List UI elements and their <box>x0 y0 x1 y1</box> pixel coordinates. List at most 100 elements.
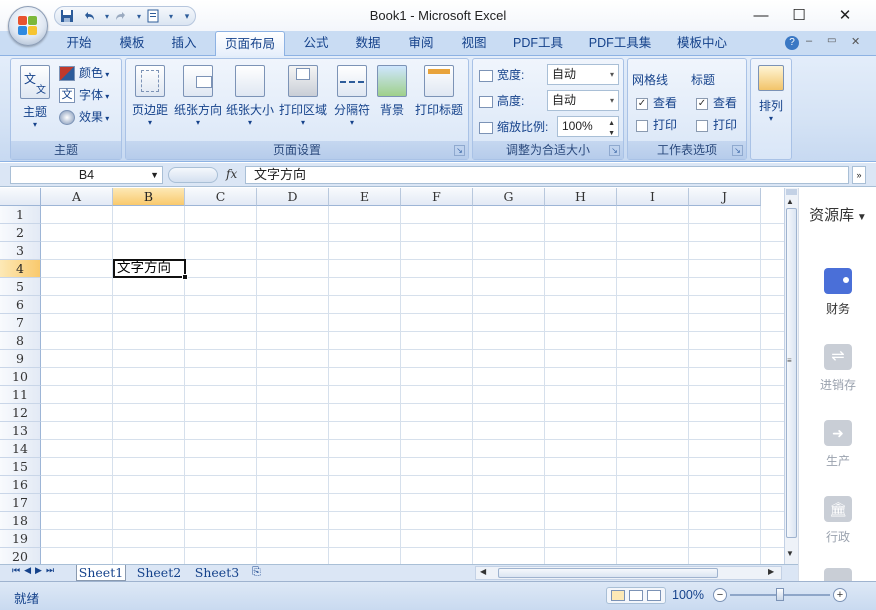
ribbon-restore-icon[interactable]: ▭ <box>827 35 836 46</box>
save-icon[interactable] <box>59 9 75 24</box>
colors-button[interactable]: 颜色 ▾ <box>59 63 121 83</box>
tab-templates[interactable]: 模板 <box>112 31 152 56</box>
column-header-j[interactable]: J <box>689 188 761 206</box>
column-header-b[interactable]: B <box>113 188 185 206</box>
insert-function-icon[interactable]: fx <box>226 167 237 181</box>
side-panel-title[interactable]: 资源库 ▼ <box>799 204 876 225</box>
column-header-c[interactable]: C <box>185 188 257 206</box>
side-item-production[interactable]: ➜ 生产 <box>799 420 876 469</box>
expand-formula-bar-icon[interactable]: » <box>852 166 866 184</box>
side-item-finance[interactable]: 财务 <box>799 268 876 317</box>
tab-formulas[interactable]: 公式 <box>296 31 336 56</box>
column-header-d[interactable]: D <box>257 188 329 206</box>
tab-data[interactable]: 数据 <box>348 31 388 56</box>
row-header-18[interactable]: 18 <box>0 512 41 530</box>
row-header-2[interactable]: 2 <box>0 224 41 242</box>
vscroll-split-handle[interactable] <box>786 189 797 195</box>
select-all-corner[interactable] <box>0 188 41 206</box>
fill-handle[interactable] <box>182 274 188 280</box>
headings-view-checkbox[interactable]: ✓ 查看 <box>696 93 748 113</box>
row-header-14[interactable]: 14 <box>0 440 41 458</box>
arrange-button[interactable]: 排列 ▾ <box>753 63 789 137</box>
maximize-button[interactable]: ☐ <box>776 0 822 31</box>
tab-page-layout[interactable]: 页面布局 <box>215 31 285 57</box>
background-button[interactable]: 背景 <box>374 63 410 137</box>
row-header-20[interactable]: 20 <box>0 548 41 564</box>
sheet-tab-3[interactable]: Sheet3 <box>190 565 244 581</box>
row-header-8[interactable]: 8 <box>0 332 41 350</box>
gridlines-view-checkbox[interactable]: ✓ 查看 <box>636 93 688 113</box>
zoom-level[interactable]: 100% <box>672 588 704 602</box>
print-titles-button[interactable]: 打印标题 <box>412 63 466 137</box>
tab-insert[interactable]: 插入 <box>164 31 204 56</box>
sheet-options-launcher-icon[interactable]: ↘ <box>732 145 743 156</box>
redo-icon[interactable] <box>113 9 129 24</box>
row-header-7[interactable]: 7 <box>0 314 41 332</box>
margins-button[interactable]: 页边距 ▾ <box>128 63 172 137</box>
horizontal-scroll-thumb[interactable] <box>498 568 718 578</box>
side-item-inventory[interactable]: ⇌ 进销存 <box>799 344 876 393</box>
print-preview-icon[interactable] <box>145 9 161 24</box>
horizontal-scrollbar[interactable]: ◀ ▶ <box>475 566 782 580</box>
size-button[interactable]: 纸张大小 ▾ <box>224 63 276 137</box>
normal-view-icon[interactable] <box>611 590 625 601</box>
scroll-up-icon[interactable]: ▲ <box>786 197 794 206</box>
office-button[interactable] <box>8 6 48 46</box>
page-setup-launcher-icon[interactable]: ↘ <box>454 145 465 156</box>
scroll-down-icon[interactable]: ▼ <box>786 549 794 558</box>
page-break-preview-icon[interactable] <box>647 590 661 601</box>
vertical-scroll-thumb[interactable] <box>786 208 797 538</box>
tab-pdf-tools[interactable]: PDF工具 <box>506 31 570 56</box>
name-box-dropdown-icon[interactable]: ▼ <box>150 167 159 183</box>
column-header-e[interactable]: E <box>329 188 401 206</box>
height-select[interactable]: 自动 ▾ <box>547 90 619 111</box>
orientation-button[interactable]: 纸张方向 ▾ <box>172 63 224 137</box>
close-button[interactable]: ✕ <box>822 0 868 31</box>
width-select[interactable]: 自动 ▾ <box>547 64 619 85</box>
row-header-12[interactable]: 12 <box>0 404 41 422</box>
tab-template-center[interactable]: 模板中心 <box>670 31 734 56</box>
column-header-i[interactable]: I <box>617 188 689 206</box>
row-header-1[interactable]: 1 <box>0 206 41 224</box>
insert-sheet-icon[interactable]: ⎘ <box>252 566 261 579</box>
scale-spinner[interactable]: 100% ▲ ▼ <box>557 116 619 137</box>
row-header-16[interactable]: 16 <box>0 476 41 494</box>
column-header-a[interactable]: A <box>41 188 113 206</box>
sheet-tab-2[interactable]: Sheet2 <box>132 565 186 581</box>
row-header-3[interactable]: 3 <box>0 242 41 260</box>
sheet-nav-icons[interactable]: ⏮◀▶⏭ <box>12 565 58 576</box>
tab-pdf-toolset[interactable]: PDF工具集 <box>585 31 655 56</box>
help-icon[interactable]: ? <box>785 36 799 50</box>
side-item-admin[interactable]: 🏛 行政 <box>799 496 876 545</box>
column-header-g[interactable]: G <box>473 188 545 206</box>
formula-bar-splitter[interactable] <box>168 167 218 183</box>
column-header-f[interactable]: F <box>401 188 473 206</box>
print-area-button[interactable]: 打印区域 ▾ <box>276 63 330 137</box>
formula-input[interactable]: 文字方向 <box>245 166 849 184</box>
row-header-17[interactable]: 17 <box>0 494 41 512</box>
gridlines-print-checkbox[interactable]: 打印 <box>636 115 688 135</box>
row-header-6[interactable]: 6 <box>0 296 41 314</box>
vertical-scrollbar[interactable]: ▲ ≡ ▼ <box>784 188 798 564</box>
customize-qat-icon[interactable]: ▾ <box>179 9 195 24</box>
row-header-13[interactable]: 13 <box>0 422 41 440</box>
print-preview-dropdown-icon[interactable]: ▾ <box>163 9 179 24</box>
breaks-button[interactable]: 分隔符 ▾ <box>330 63 374 137</box>
sheet-tab-1[interactable]: Sheet1 <box>76 565 126 581</box>
scroll-right-icon[interactable]: ▶ <box>768 567 774 576</box>
row-header-5[interactable]: 5 <box>0 278 41 296</box>
zoom-in-icon[interactable]: + <box>833 588 847 602</box>
name-box[interactable]: B4 ▼ <box>10 166 163 184</box>
active-cell-b4[interactable]: 文字方向 <box>113 259 186 278</box>
effects-button[interactable]: 效果 ▾ <box>59 107 121 127</box>
ribbon-minimize-icon[interactable]: – <box>806 35 812 47</box>
side-item-more-icon[interactable] <box>824 568 852 581</box>
row-header-19[interactable]: 19 <box>0 530 41 548</box>
page-layout-view-icon[interactable] <box>629 590 643 601</box>
scale-launcher-icon[interactable]: ↘ <box>609 145 620 156</box>
row-header-11[interactable]: 11 <box>0 386 41 404</box>
tab-review[interactable]: 审阅 <box>401 31 441 56</box>
tab-view[interactable]: 视图 <box>454 31 494 56</box>
undo-icon[interactable] <box>81 9 97 24</box>
row-header-9[interactable]: 9 <box>0 350 41 368</box>
